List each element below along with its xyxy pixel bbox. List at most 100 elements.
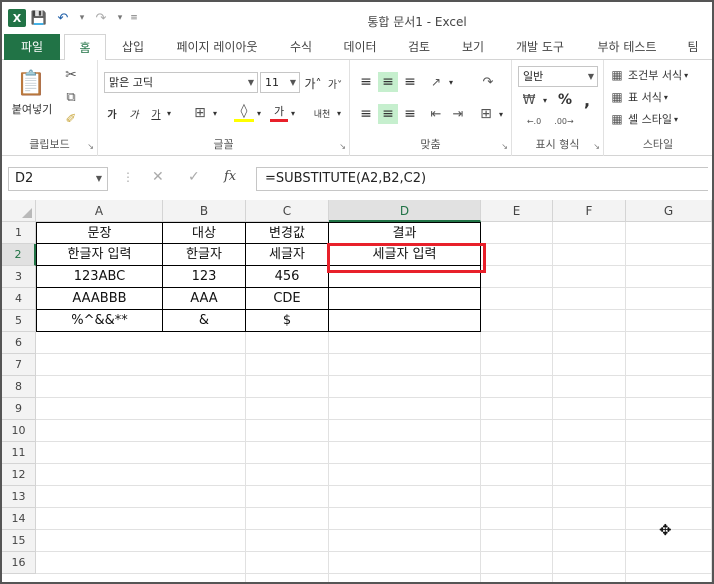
font-name-combo[interactable]: 맑은 고딕 ▼ — [104, 72, 258, 93]
cancel-icon[interactable]: ✕ — [152, 169, 164, 185]
insert-function-button[interactable]: fx — [224, 169, 236, 184]
chevron-down-icon[interactable]: ▾ — [496, 104, 506, 124]
tab-insert[interactable]: 삽입 — [110, 34, 156, 60]
row-header-16[interactable]: 16 — [2, 552, 36, 574]
tab-load-test[interactable]: 부하 테스트 — [584, 34, 670, 60]
row-header-4[interactable]: 4 — [2, 288, 36, 310]
font-size-combo[interactable]: 11 ▼ — [260, 72, 300, 93]
font-launcher-icon[interactable]: ↘ — [339, 142, 346, 151]
currency-icon[interactable]: ₩ — [518, 90, 540, 110]
name-box[interactable]: D2 ▼ — [8, 167, 108, 191]
cell-c3[interactable]: 456 — [246, 266, 329, 288]
row-header-12[interactable]: 12 — [2, 464, 36, 486]
row-header-5[interactable]: 5 — [2, 310, 36, 332]
comma-button[interactable]: , — [578, 90, 596, 110]
cell-a4[interactable]: AAABBB — [36, 288, 163, 310]
number-launcher-icon[interactable]: ↘ — [593, 142, 600, 151]
formula-input[interactable]: =SUBSTITUTE(A2,B2,C2) — [256, 167, 708, 191]
column-header-f[interactable]: F — [553, 200, 626, 222]
align-bottom-icon[interactable]: ≡ — [400, 72, 420, 92]
row-header-6[interactable]: 6 — [2, 332, 36, 354]
italic-button[interactable]: 가 — [126, 104, 142, 122]
column-header-g[interactable]: G — [626, 200, 712, 222]
phonetic-button[interactable]: 내천 — [310, 104, 334, 122]
chevron-down-icon[interactable]: ▾ — [334, 104, 344, 122]
tab-file[interactable]: 파일 — [4, 34, 60, 60]
cell-c1[interactable]: 변경값 — [246, 222, 329, 244]
align-top-icon[interactable]: ≡ — [356, 72, 376, 92]
cell-a2[interactable]: 한글자 입력 — [36, 244, 163, 266]
percent-button[interactable]: % — [556, 90, 574, 110]
tab-review[interactable]: 검토 — [394, 34, 444, 60]
underline-button[interactable]: 가 — [148, 104, 164, 122]
table-format-icon[interactable]: ▦ — [608, 88, 626, 106]
cell-a3[interactable]: 123ABC — [36, 266, 163, 288]
row-header-14[interactable]: 14 — [2, 508, 36, 530]
fill-color-icon[interactable]: ◊ — [234, 102, 254, 122]
decrease-font-icon[interactable]: 가˅ — [326, 74, 344, 92]
copy-icon[interactable]: ⧉ — [60, 88, 82, 106]
cell-styles-icon[interactable]: ▦ — [608, 110, 626, 128]
increase-indent-icon[interactable]: ⇥ — [448, 104, 468, 124]
row-header-9[interactable]: 9 — [2, 398, 36, 420]
row-header-11[interactable]: 11 — [2, 442, 36, 464]
chevron-down-icon[interactable]: ▾ — [288, 104, 298, 122]
conditional-format-button[interactable]: 조건부 서식 ▾ — [628, 66, 708, 84]
cell-b5[interactable]: & — [163, 310, 246, 332]
cell-c2[interactable]: 세글자 — [246, 244, 329, 266]
format-painter-icon[interactable]: ✐ — [60, 110, 82, 128]
tab-page-layout[interactable]: 페이지 레이아웃 — [162, 34, 272, 60]
orientation-icon[interactable]: ↗ — [426, 72, 446, 92]
tab-team[interactable]: 팀 — [678, 34, 708, 60]
column-header-e[interactable]: E — [481, 200, 553, 222]
row-header-10[interactable]: 10 — [2, 420, 36, 442]
chevron-down-icon[interactable]: ▾ — [210, 104, 220, 122]
cell-b2[interactable]: 한글자 — [163, 244, 246, 266]
chevron-down-icon[interactable]: ▾ — [254, 104, 264, 122]
cell-b4[interactable]: AAA — [163, 288, 246, 310]
increase-decimal-icon[interactable]: ←.0 — [522, 112, 546, 130]
column-header-d[interactable]: D — [329, 200, 481, 222]
borders-icon[interactable]: ⊞ — [190, 104, 210, 122]
wrap-text-icon[interactable]: ↷ — [478, 72, 498, 92]
align-center-icon[interactable]: ≡ — [378, 104, 398, 124]
chevron-down-icon[interactable]: ▾ — [164, 104, 174, 122]
tab-home[interactable]: 홈 — [64, 34, 106, 61]
tab-formulas[interactable]: 수식 — [278, 34, 324, 60]
chevron-down-icon[interactable]: ▾ — [540, 90, 550, 110]
clipboard-launcher-icon[interactable]: ↘ — [87, 142, 94, 151]
bold-button[interactable]: 가 — [104, 104, 120, 122]
paste-button[interactable]: 붙여넣기 — [6, 102, 58, 116]
tab-developer[interactable]: 개발 도구 — [502, 34, 578, 60]
table-format-button[interactable]: 표 서식 ▾ — [628, 88, 708, 106]
merge-center-icon[interactable]: ⊞ — [476, 104, 496, 124]
increase-font-icon[interactable]: 가˄ — [304, 74, 322, 92]
row-header-2[interactable]: 2 — [2, 244, 36, 266]
paste-icon[interactable]: 📋 — [16, 68, 46, 98]
select-all-button[interactable] — [2, 200, 36, 222]
cell-d5[interactable] — [329, 310, 481, 332]
conditional-format-icon[interactable]: ▦ — [608, 66, 626, 84]
chevron-down-icon[interactable]: ▾ — [446, 72, 456, 92]
column-header-c[interactable]: C — [246, 200, 329, 222]
alignment-launcher-icon[interactable]: ↘ — [501, 142, 508, 151]
cell-b3[interactable]: 123 — [163, 266, 246, 288]
tab-view[interactable]: 보기 — [450, 34, 496, 60]
cell-a1[interactable]: 문장 — [36, 222, 163, 244]
row-header-1[interactable]: 1 — [2, 222, 36, 244]
align-left-icon[interactable]: ≡ — [356, 104, 376, 124]
cell-c4[interactable]: CDE — [246, 288, 329, 310]
row-header-8[interactable]: 8 — [2, 376, 36, 398]
row-header-3[interactable]: 3 — [2, 266, 36, 288]
cell-c5[interactable]: $ — [246, 310, 329, 332]
column-header-a[interactable]: A — [36, 200, 163, 222]
column-header-b[interactable]: B — [163, 200, 246, 222]
enter-icon[interactable]: ✓ — [188, 169, 200, 185]
tab-data[interactable]: 데이터 — [332, 34, 388, 60]
align-right-icon[interactable]: ≡ — [400, 104, 420, 124]
cut-icon[interactable]: ✂ — [60, 66, 82, 84]
number-format-combo[interactable]: 일반 ▼ — [518, 66, 598, 87]
cell-d1[interactable]: 결과 — [329, 222, 481, 244]
cell-styles-button[interactable]: 셀 스타일 ▾ — [628, 110, 708, 128]
cell-d4[interactable] — [329, 288, 481, 310]
